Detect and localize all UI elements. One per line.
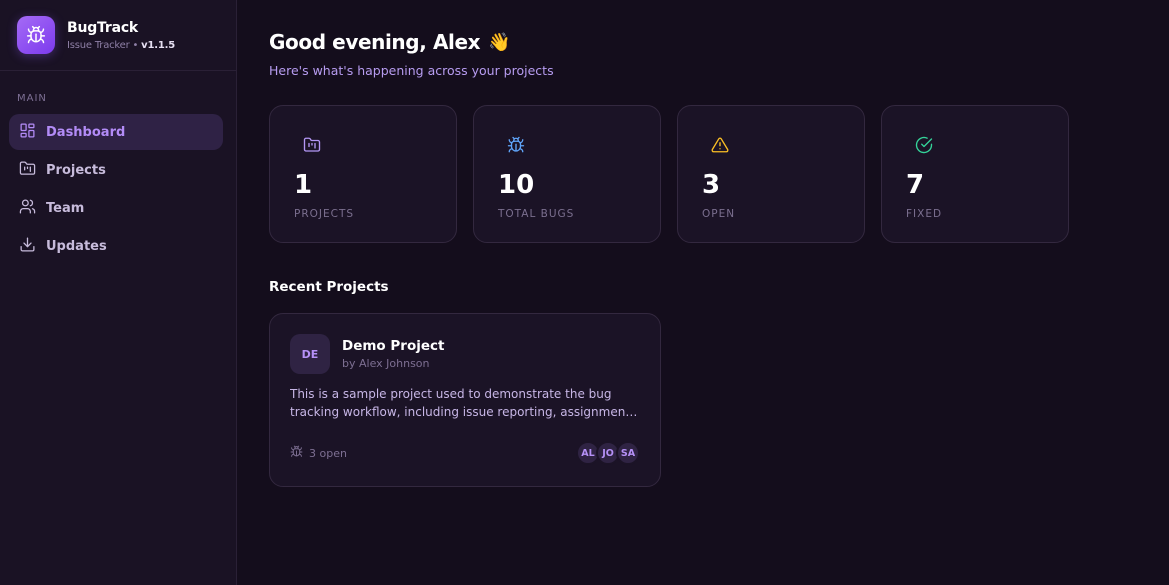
page-title: Good evening, Alex 👋	[269, 30, 1137, 54]
stat-card-total-bugs[interactable]: 10 TOTAL BUGS	[473, 105, 661, 243]
page-subtitle: Here's what's happening across your proj…	[269, 63, 554, 78]
stat-card-open[interactable]: 3 OPEN	[677, 105, 865, 243]
stat-label: FIXED	[906, 208, 943, 220]
folder-kanban-icon	[303, 136, 321, 154]
open-issues-count: 3 open	[290, 445, 347, 461]
app-version: v1.1.5	[141, 39, 175, 51]
sidebar-item-dashboard[interactable]: Dashboard	[9, 114, 223, 150]
stat-card-fixed[interactable]: 7 FIXED	[881, 105, 1069, 243]
warning-icon	[711, 136, 729, 154]
open-issues-label: 3 open	[309, 446, 347, 460]
project-footer: 3 open AL JO SA	[290, 441, 640, 465]
sidebar-item-team[interactable]: Team	[9, 190, 223, 226]
project-owner: by Alex Johnson	[342, 357, 430, 370]
stat-value: 1	[294, 170, 313, 200]
bug-icon[interactable]	[17, 16, 55, 54]
stats-row: 1 PROJECTS 10 TOTAL BUGS 3 OPEN 7 FIXED	[269, 105, 1137, 243]
users-icon	[19, 198, 36, 219]
member-avatars: AL JO SA	[576, 441, 640, 465]
stat-value: 3	[702, 170, 721, 200]
sidebar-item-projects[interactable]: Projects	[9, 152, 223, 188]
stat-label: OPEN	[702, 208, 736, 220]
stat-value: 7	[906, 170, 925, 200]
sidebar-item-label: Dashboard	[46, 124, 126, 140]
sidebar-item-label: Projects	[46, 162, 106, 178]
subtitle-separator: •	[129, 39, 142, 51]
check-circle-icon	[915, 136, 933, 154]
sidebar-item-updates[interactable]: Updates	[9, 228, 223, 264]
bug-icon	[507, 136, 525, 154]
download-icon	[19, 236, 36, 257]
avatar[interactable]: SA	[616, 441, 640, 465]
section-title-recent-projects: Recent Projects	[269, 279, 389, 295]
folder-icon	[19, 160, 36, 181]
sidebar-item-label: Updates	[46, 238, 107, 254]
stat-card-projects[interactable]: 1 PROJECTS	[269, 105, 457, 243]
project-card[interactable]: DE Demo Project by Alex Johnson This is …	[269, 313, 661, 487]
sidebar-nav: Dashboard Projects Team Updates	[0, 114, 236, 264]
bug-icon	[290, 445, 303, 461]
dashboard-icon	[19, 122, 36, 143]
project-name[interactable]: Demo Project	[342, 338, 444, 354]
sidebar-item-label: Team	[46, 200, 85, 216]
project-avatar: DE	[290, 334, 330, 374]
stat-label: PROJECTS	[294, 208, 355, 220]
main-content: Good evening, Alex 👋 Here's what's happe…	[237, 0, 1169, 585]
greeting-text: Good evening, Alex	[269, 30, 481, 54]
wave-icon: 👋	[488, 31, 511, 53]
stat-label: TOTAL BUGS	[498, 208, 575, 220]
app-name: BugTrack	[67, 19, 139, 36]
stat-value: 10	[498, 170, 535, 200]
nav-section-label: MAIN	[17, 93, 47, 104]
app-subtitle: Issue Tracker • v1.1.5	[67, 40, 175, 51]
sidebar: BugTrack Issue Tracker • v1.1.5 MAIN Das…	[0, 0, 237, 585]
brand-header: BugTrack Issue Tracker • v1.1.5	[0, 0, 236, 71]
project-description: This is a sample project used to demonst…	[290, 387, 634, 419]
app-root: BugTrack Issue Tracker • v1.1.5 MAIN Das…	[0, 0, 1169, 585]
app-subtitle-text: Issue Tracker	[67, 39, 130, 51]
